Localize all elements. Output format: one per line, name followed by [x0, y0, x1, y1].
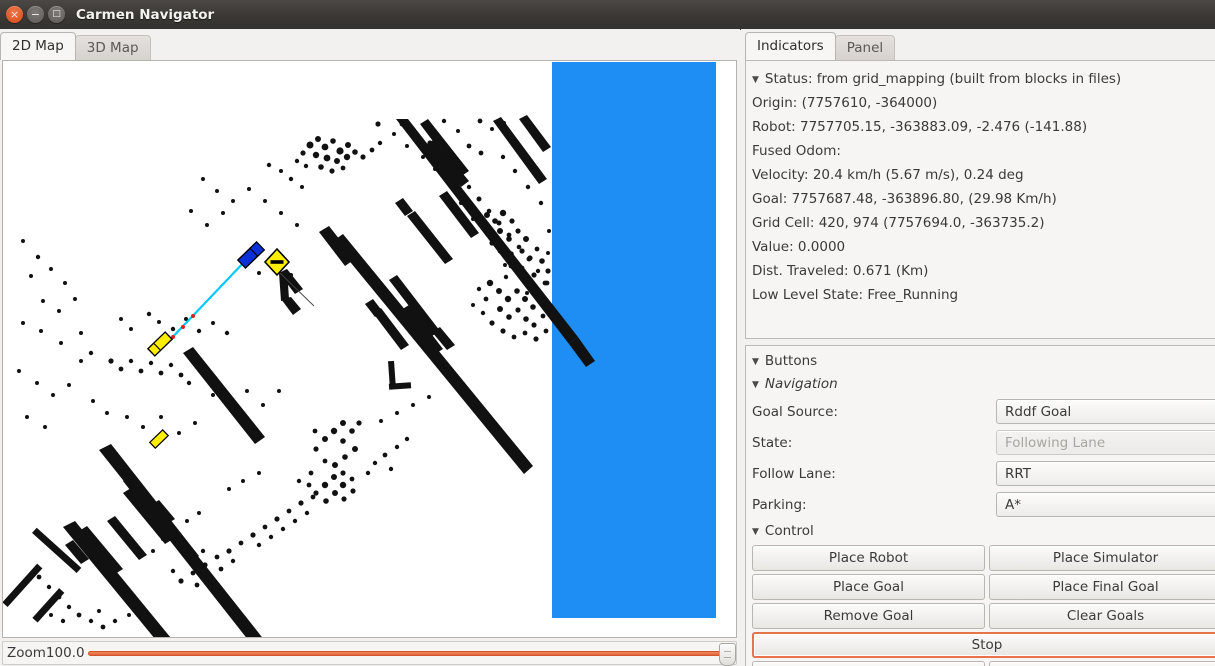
zoom-in-button[interactable]: Zoom In	[752, 661, 985, 666]
close-icon[interactable]: ×	[6, 6, 23, 23]
label-follow-lane: Follow Lane:	[752, 465, 836, 482]
collapse-triangle-icon[interactable]: ▼	[752, 68, 759, 92]
maximize-icon[interactable]: □	[48, 6, 65, 23]
zoom-slider-row[interactable]: Zoom100.0	[2, 641, 737, 666]
tab-indicators[interactable]: Indicators	[745, 32, 836, 60]
zoom-level-label: Zoom100.0	[7, 645, 85, 661]
indicator-status-text: Status: from grid_mapping (built from bl…	[764, 71, 1122, 87]
side-pane: Indicators Panel ▼ Status: from grid_mapp…	[741, 29, 1215, 666]
zoom-slider[interactable]	[87, 642, 736, 666]
control-button-row: Zoom In Zoom Out	[752, 661, 1215, 666]
stop-button[interactable]: Stop	[752, 632, 1215, 658]
section-buttons-label: Buttons	[764, 353, 818, 369]
zoom-slider-handle[interactable]	[719, 643, 736, 666]
control-button-row: Place Goal Place Final Goal	[752, 574, 1215, 600]
navigation-collapse-triangle-icon[interactable]: ▼	[752, 374, 759, 397]
row-parking: Parking: A*	[752, 489, 1215, 520]
place-robot-button[interactable]: Place Robot	[752, 545, 985, 571]
combo-follow-lane[interactable]: RRT	[996, 461, 1215, 486]
indicator-value: Value: 0.0000	[752, 239, 846, 255]
indicators-box: ▼ Status: from grid_mapping (built from b…	[745, 60, 1215, 339]
section-control[interactable]: ▼ Control	[752, 520, 1215, 543]
control-button-row: Stop	[752, 632, 1215, 658]
control-button-row: Place Robot Place Simulator	[752, 545, 1215, 571]
label-state: State:	[752, 434, 793, 451]
map-frame[interactable]	[2, 60, 737, 638]
tab-panel[interactable]: Panel	[834, 35, 896, 60]
label-parking: Parking:	[752, 496, 807, 513]
control-button-grid: Place Robot Place Simulator Place Goal P…	[752, 545, 1215, 666]
buttons-box: ▼ Buttons ▼ Navigation Goal Source: Rddf G…	[745, 345, 1215, 666]
map-tab-bar: 2D Map 3D Map	[0, 32, 151, 60]
combo-state[interactable]: Following Lane	[996, 430, 1215, 455]
section-navigation[interactable]: ▼ Navigation	[752, 373, 1215, 396]
combo-parking[interactable]: A*	[996, 492, 1215, 517]
indicator-robot: Robot: 7757705.15, -363883.09, -2.476 (-…	[752, 119, 1088, 135]
maximize-glyph: □	[52, 9, 61, 19]
carmen-navigator-window: × − □ Carmen Navigator 2D Map 3D Map Zoo…	[0, 0, 1215, 666]
indicator-fused-odom: Fused Odom:	[752, 143, 841, 159]
section-navigation-label: Navigation	[764, 376, 838, 392]
row-follow-lane: Follow Lane: RRT	[752, 458, 1215, 489]
map-canvas[interactable]	[3, 61, 736, 637]
row-state: State: Following Lane	[752, 427, 1215, 458]
window-controls: × − □	[0, 6, 65, 23]
tab-3d-map[interactable]: 3D Map	[74, 35, 151, 60]
combo-goal-source[interactable]: Rddf Goal	[996, 399, 1215, 424]
section-control-label: Control	[764, 523, 814, 539]
indicator-velocity: Velocity: 20.4 km/h (5.67 m/s), 0.24 deg	[752, 167, 1024, 183]
place-final-goal-button[interactable]: Place Final Goal	[989, 574, 1215, 600]
side-tab-bar: Indicators Panel	[745, 32, 896, 60]
control-button-row: Remove Goal Clear Goals	[752, 603, 1215, 629]
indicator-origin: Origin: (7757610, -364000)	[752, 95, 938, 111]
minimize-glyph: −	[30, 8, 41, 21]
indicator-status-row[interactable]: ▼ Status: from grid_mapping (built from b…	[752, 67, 1215, 91]
indicator-goal: Goal: 7757687.48, -363896.80, (29.98 Km/…	[752, 191, 1057, 207]
indicator-grid-cell: Grid Cell: 420, 974 (7757694.0, -363735.…	[752, 215, 1045, 231]
control-collapse-triangle-icon[interactable]: ▼	[752, 521, 759, 544]
row-goal-source: Goal Source: Rddf Goal	[752, 396, 1215, 427]
clear-goals-button[interactable]: Clear Goals	[989, 603, 1215, 629]
place-goal-button[interactable]: Place Goal	[752, 574, 985, 600]
place-simulator-button[interactable]: Place Simulator	[989, 545, 1215, 571]
window-title: Carmen Navigator	[76, 6, 215, 23]
close-glyph: ×	[9, 8, 20, 21]
indicator-dist-traveled: Dist. Traveled: 0.671 (Km)	[752, 263, 929, 279]
section-buttons[interactable]: ▼ Buttons	[752, 350, 1215, 373]
zoom-out-button[interactable]: Zoom Out	[989, 661, 1215, 666]
indicator-low-level-state: Low Level State: Free_Running	[752, 287, 959, 303]
minimize-icon[interactable]: −	[27, 6, 44, 23]
zoom-slider-track[interactable]	[87, 651, 734, 656]
label-goal-source: Goal Source:	[752, 403, 838, 420]
buttons-collapse-triangle-icon[interactable]: ▼	[752, 351, 759, 374]
window-titlebar: × − □ Carmen Navigator	[0, 0, 1215, 30]
map-pane: 2D Map 3D Map Zoom100.0	[0, 29, 740, 666]
remove-goal-button[interactable]: Remove Goal	[752, 603, 985, 629]
tab-2d-map[interactable]: 2D Map	[0, 32, 76, 60]
